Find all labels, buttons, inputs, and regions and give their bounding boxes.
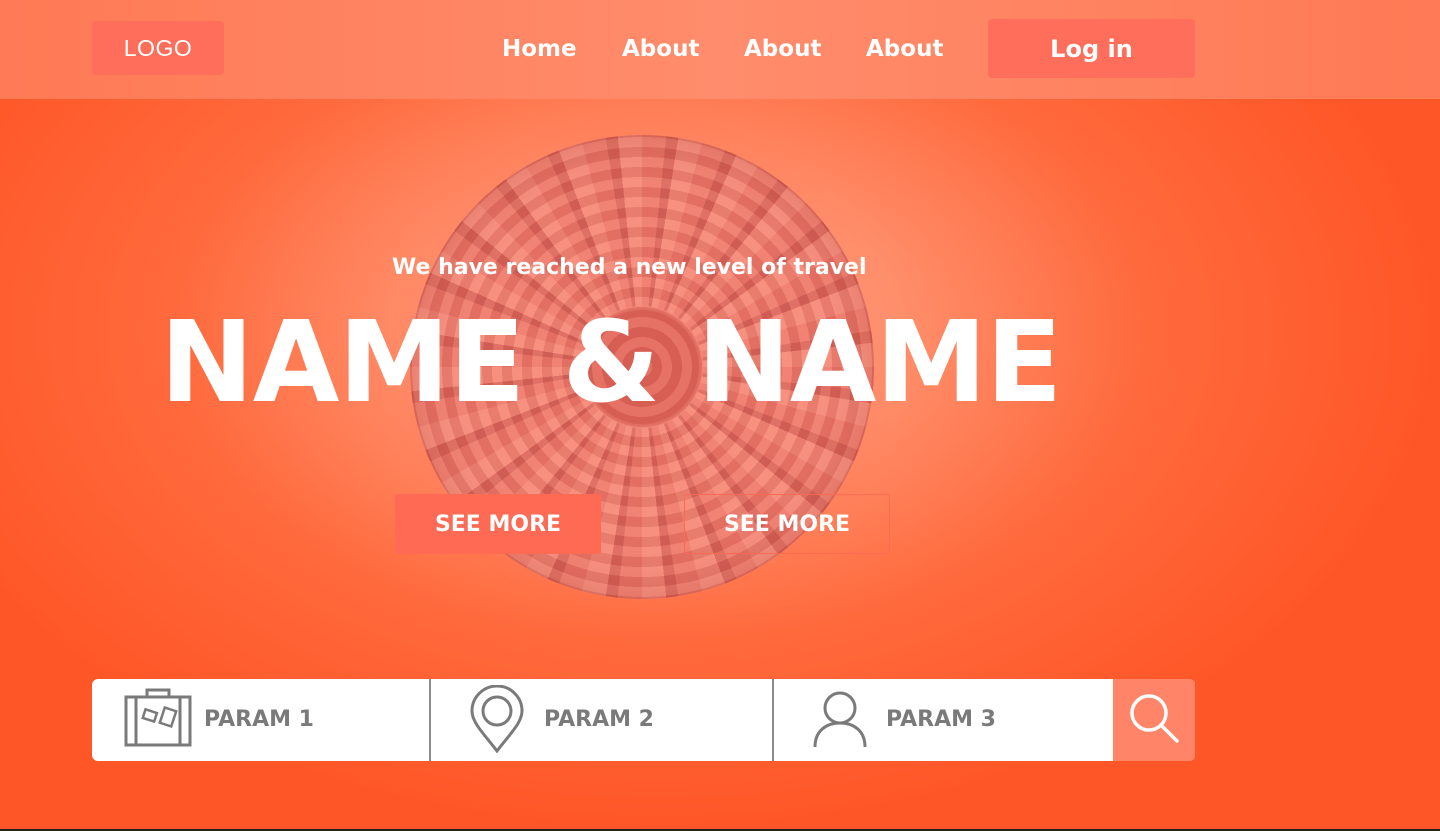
luggage-icon	[124, 687, 192, 751]
nav-link-about-3[interactable]: About	[866, 30, 943, 68]
login-button[interactable]: Log in	[988, 19, 1195, 78]
hero-headline: NAME & NAME	[160, 298, 1062, 428]
nav-link-home[interactable]: Home	[502, 30, 577, 68]
top-navigation-bar: LOGO Home About About About Log in	[0, 0, 1440, 99]
param-1-label: PARAM 1	[204, 707, 314, 732]
nav-link-about-1[interactable]: About	[622, 30, 699, 68]
param-1-field[interactable]: PARAM 1	[92, 679, 429, 761]
location-pin-icon	[469, 684, 525, 757]
param-3-field[interactable]: PARAM 3	[774, 679, 1113, 761]
param-3-label: PARAM 3	[886, 707, 996, 732]
search-button[interactable]	[1113, 679, 1195, 761]
see-more-primary-button[interactable]: SEE MORE	[395, 494, 601, 554]
see-more-outline-button[interactable]: SEE MORE	[684, 494, 890, 554]
search-bar: PARAM 1 PARAM 2 PARAM 3	[92, 679, 1195, 761]
hero-tagline: We have reached a new level of travel	[392, 255, 867, 280]
nav-link-about-2[interactable]: About	[744, 30, 821, 68]
user-icon	[812, 691, 868, 753]
search-icon	[1128, 692, 1180, 748]
param-2-label: PARAM 2	[544, 707, 654, 732]
logo[interactable]: LOGO	[92, 21, 224, 75]
param-2-field[interactable]: PARAM 2	[431, 679, 772, 761]
